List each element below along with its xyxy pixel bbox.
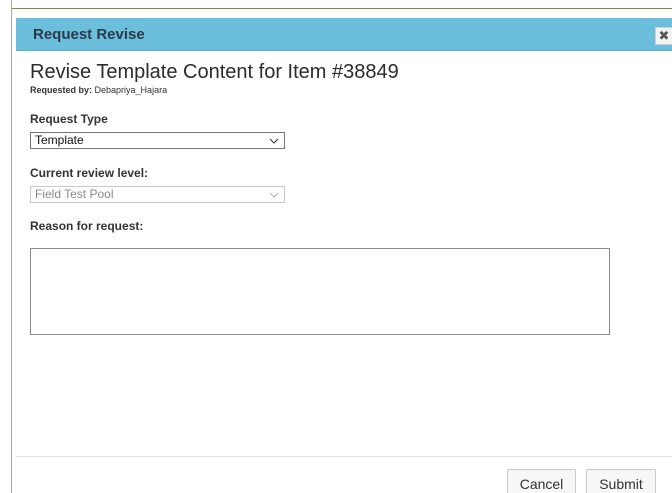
chevron-down-icon [269,192,279,198]
review-level-select: Field Test Pool [30,186,285,203]
request-type-select[interactable]: Template [30,132,285,149]
page-title: Revise Template Content for Item #38849 [30,61,399,83]
cancel-button[interactable]: Cancel [507,469,576,493]
requested-by: Requested by: Debapriya_Hajara [30,85,167,95]
page: Request Revise ✖ Revise Template Content… [0,0,672,493]
background-window-edge-left [0,0,12,493]
reason-textarea[interactable] [30,248,610,335]
review-level-label: Current review level: [30,166,149,180]
dialog-title: Request Revise [33,26,145,43]
background-window-edge-top [0,0,672,9]
requested-by-value: Debapriya_Hajara [94,85,168,95]
review-level-value: Field Test Pool [35,187,114,201]
requested-by-label: Requested by: [30,85,93,95]
request-type-value: Template [35,133,84,147]
chevron-down-icon [269,138,279,144]
submit-button[interactable]: Submit [586,469,656,493]
close-icon: ✖ [658,28,670,43]
dialog-titlebar[interactable]: Request Revise ✖ [16,18,672,51]
footer-divider [16,456,672,457]
request-type-label: Request Type [30,112,108,126]
request-revise-dialog: Request Revise ✖ Revise Template Content… [12,9,672,493]
reason-label: Reason for request: [30,219,144,233]
close-button[interactable]: ✖ [655,27,672,45]
